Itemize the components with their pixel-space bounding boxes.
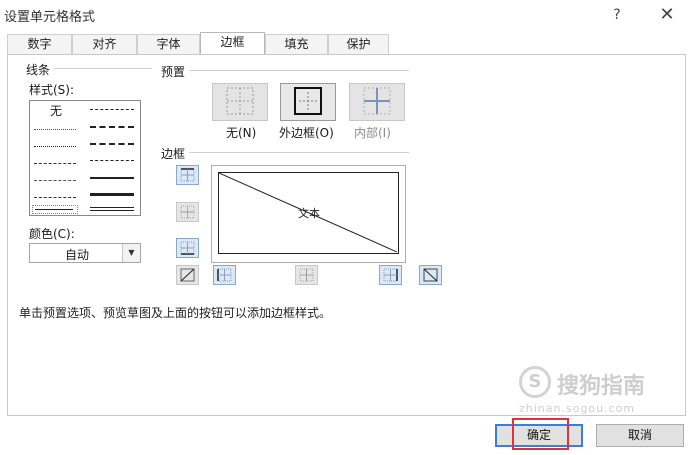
ok-button-highlight — [512, 418, 569, 450]
border-inside-horizontal-icon — [180, 205, 195, 219]
border-inside-horizontal-button[interactable] — [176, 202, 199, 222]
line-group-header: 线条 — [26, 63, 51, 77]
watermark-text: 搜狗指南 — [557, 374, 646, 399]
instruction-text: 单击预置选项、预览草图及上面的按钮可以添加边框样式。 — [19, 306, 332, 320]
border-right-icon — [383, 268, 398, 282]
tab-fill[interactable]: 填充 — [265, 34, 328, 55]
style-thick[interactable] — [90, 193, 134, 196]
border-divider — [189, 152, 409, 153]
border-left-icon — [217, 268, 232, 282]
close-icon[interactable]: ✕ — [655, 4, 679, 26]
preset-none-button[interactable] — [212, 83, 268, 121]
preset-none-label: 无(N) — [226, 126, 257, 140]
border-diagonal-down-button[interactable] — [419, 265, 442, 285]
tab-font[interactable]: 字体 — [137, 34, 200, 55]
chevron-down-icon[interactable]: ▼ — [122, 244, 140, 262]
border-left-button[interactable] — [213, 265, 236, 285]
tab-border[interactable]: 边框 — [200, 32, 265, 56]
style-medium-dash-dot-dot[interactable] — [90, 109, 134, 110]
preset-inside-button[interactable] — [349, 83, 405, 121]
style-dash-dot[interactable] — [34, 180, 76, 181]
style-medium-dashed[interactable] — [90, 160, 134, 161]
style-dash-dot-dot[interactable] — [34, 163, 76, 164]
preset-none-icon — [226, 87, 254, 115]
tab-alignment[interactable]: 对齐 — [72, 34, 137, 55]
tab-number[interactable]: 数字 — [7, 34, 72, 55]
sogou-watermark: S 搜狗指南 zhinan.sogou.com — [519, 364, 669, 415]
border-inside-vertical-icon — [299, 268, 314, 282]
preset-outline-label: 外边框(O) — [279, 126, 334, 140]
preview-text: 文本 — [298, 207, 320, 220]
style-slant-dash-dot[interactable] — [90, 126, 134, 128]
preset-inside-icon — [363, 87, 391, 115]
border-tab-panel: 线条 样式(S): 无 颜色(C): 自动 ▼ 预置 无(N) 外边框(O) 内… — [7, 54, 686, 416]
border-bottom-icon — [180, 241, 195, 255]
border-header: 边框 — [161, 147, 186, 161]
style-label: 样式(S): — [29, 83, 75, 97]
style-medium-dash-dot[interactable] — [90, 143, 134, 145]
style-dashed[interactable] — [34, 197, 76, 198]
color-select-value: 自动 — [64, 248, 89, 262]
border-bottom-button[interactable] — [176, 238, 199, 258]
diagonal-down-icon — [423, 268, 438, 282]
cancel-button[interactable]: 取消 — [596, 424, 684, 447]
title-bar: 设置单元格格式 ? ✕ — [0, 0, 692, 30]
color-label: 颜色(C): — [29, 227, 75, 241]
border-diagonal-up-button[interactable] — [176, 265, 199, 285]
style-none-label[interactable]: 无 — [50, 102, 62, 119]
presets-divider — [189, 70, 409, 71]
presets-header: 预置 — [161, 65, 186, 79]
sogou-logo-icon: S — [519, 366, 551, 398]
style-dotted[interactable] — [34, 146, 76, 147]
preset-inside-label: 内部(I) — [354, 126, 391, 140]
help-icon[interactable]: ? — [606, 4, 628, 26]
dialog-title: 设置单元格格式 — [4, 10, 96, 25]
watermark-url: zhinan.sogou.com — [519, 402, 636, 415]
border-right-button[interactable] — [379, 265, 402, 285]
style-double[interactable] — [90, 207, 134, 211]
color-select[interactable]: 自动 ▼ — [29, 243, 141, 263]
diagonal-up-icon — [180, 268, 195, 282]
line-group-divider — [54, 68, 152, 69]
border-top-button[interactable] — [176, 165, 199, 185]
preset-outline-button[interactable] — [280, 83, 336, 121]
border-top-icon — [180, 168, 195, 182]
tab-protection[interactable]: 保护 — [328, 34, 389, 55]
style-hair[interactable] — [34, 129, 76, 130]
style-medium[interactable] — [90, 177, 134, 179]
preset-outline-icon — [294, 87, 322, 115]
border-inside-vertical-button[interactable] — [295, 265, 318, 285]
line-style-list[interactable]: 无 — [29, 100, 141, 216]
style-thin-selected[interactable] — [32, 205, 78, 214]
